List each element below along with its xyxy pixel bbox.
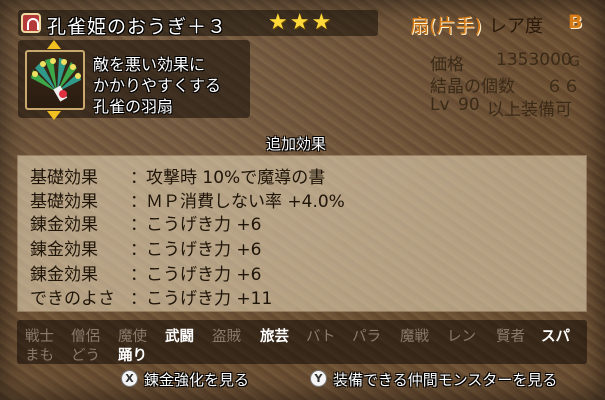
effect-label: 錬金効果	[30, 240, 98, 260]
level-requirement: 以上装備可	[487, 100, 572, 120]
effects-title: 追加効果	[266, 135, 327, 153]
y-button-icon[interactable]: Y	[310, 370, 327, 387]
effect-separator: ：	[130, 265, 147, 285]
job-2: 魔使	[118, 329, 147, 345]
effect-separator: ：	[130, 192, 147, 212]
job-6: バト	[306, 329, 336, 345]
job-0: 戦士	[25, 329, 54, 345]
job-4: 盗賊	[212, 329, 241, 345]
level-value: 90	[458, 95, 480, 115]
effect-value: こうげき力 +11	[146, 289, 273, 309]
job-row2-0: まも	[25, 348, 54, 364]
job-9: レン	[447, 329, 476, 345]
job-5: 旅芸	[260, 329, 289, 345]
job-row2-1: どう	[71, 348, 100, 364]
job-10: 賢者	[496, 329, 525, 345]
price-unit: G	[569, 54, 580, 70]
star-rating: ★★★	[268, 10, 334, 35]
scroll-up-arrow-icon[interactable]	[47, 40, 61, 49]
effect-separator: ：	[130, 168, 147, 188]
x-button-icon[interactable]: X	[121, 370, 138, 387]
bracelet-icon	[21, 13, 41, 33]
rarity-value: B	[568, 11, 583, 33]
effect-value: ＭＰ消費しない率 +4.0%	[146, 192, 345, 212]
price-value: 1353000	[496, 50, 572, 70]
effect-label: できのよさ	[30, 289, 115, 309]
description-line-3: 孔雀の羽扇	[93, 97, 174, 116]
effect-value: こうげき力 +6	[146, 240, 262, 260]
view-alchemy-link[interactable]: 錬金強化を見る	[144, 369, 249, 390]
effect-label: 基礎効果	[30, 192, 98, 212]
job-11: スパ	[541, 329, 570, 345]
effect-separator: ：	[130, 240, 147, 260]
job-row2-2: 踊り	[118, 348, 147, 364]
job-7: パラ	[352, 329, 381, 345]
effect-value: こうげき力 +6	[146, 215, 262, 235]
view-monsters-link[interactable]: 装備できる仲間モンスターを見る	[333, 369, 557, 390]
level-prefix: Lv	[430, 95, 450, 115]
effect-separator: ：	[130, 289, 147, 309]
job-1: 僧侶	[71, 329, 100, 345]
peacock-fan-icon	[25, 50, 85, 110]
job-8: 魔戦	[400, 329, 429, 345]
effect-label: 錬金効果	[30, 215, 98, 235]
effect-value: こうげき力 +6	[146, 265, 262, 285]
job-3: 武闘	[165, 329, 194, 345]
item-type: 扇(片手)	[410, 15, 482, 37]
effect-label: 基礎効果	[30, 168, 98, 188]
item-name: 孔雀姫のおうぎ＋３	[47, 16, 228, 38]
scroll-down-arrow-icon[interactable]	[47, 111, 61, 120]
crystal-count-label: 結晶の個数	[430, 77, 515, 97]
crystal-count-value: ６６	[546, 77, 580, 97]
rarity-label: レア度	[489, 16, 543, 37]
effect-separator: ：	[130, 215, 147, 235]
effect-label: 錬金効果	[30, 265, 98, 285]
effect-value: 攻撃時 10%で魔導の書	[146, 168, 326, 188]
